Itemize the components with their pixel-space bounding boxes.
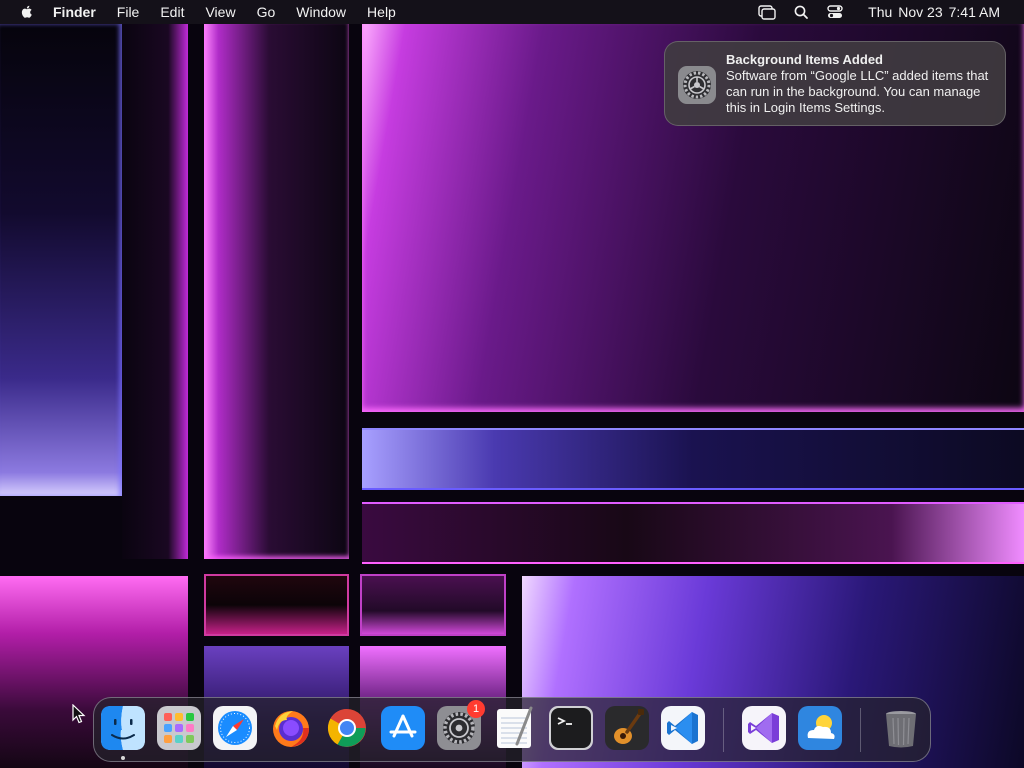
visual-studio-icon <box>742 706 786 750</box>
spotlight-search-icon[interactable] <box>792 4 810 20</box>
menu-help[interactable]: Help <box>367 0 396 24</box>
system-settings-icon <box>678 66 716 104</box>
dock-item-terminal[interactable] <box>549 706 593 750</box>
wallpaper-pane <box>360 574 506 636</box>
menu-bar-clock[interactable]: Thu Nov 23 7:41 AM <box>868 4 1006 20</box>
clock-day: Thu <box>868 4 893 20</box>
menu-window[interactable]: Window <box>296 0 346 24</box>
dock-item-safari[interactable] <box>213 706 257 750</box>
notification-title: Background Items Added <box>726 52 883 67</box>
control-center-icon[interactable] <box>826 4 844 20</box>
wallpaper-pane <box>0 24 122 496</box>
running-indicator <box>121 756 125 760</box>
trash-icon <box>886 711 916 748</box>
terminal-icon <box>549 706 593 750</box>
notification-banner[interactable]: Background Items Added Software from “Go… <box>664 41 1006 126</box>
dock-item-launchpad[interactable] <box>157 706 201 750</box>
menu-app-finder[interactable]: Finder <box>53 0 96 24</box>
weather-icon <box>798 706 842 750</box>
mouse-pointer-icon <box>72 704 86 724</box>
dock-item-trash[interactable] <box>879 706 923 750</box>
status-area: Thu Nov 23 7:41 AM <box>742 0 1006 24</box>
launchpad-icon <box>157 706 201 750</box>
vscode-icon <box>661 706 705 750</box>
dock-item-weather[interactable] <box>798 706 842 750</box>
dock-item-finder[interactable] <box>101 706 145 760</box>
clock-date: Nov 23 <box>898 4 943 20</box>
dock-item-vscode[interactable] <box>661 706 705 750</box>
wallpaper-pane <box>204 574 349 636</box>
dock-item-garageband[interactable] <box>605 706 649 750</box>
wallpaper-pane <box>204 24 349 559</box>
apple-menu-icon[interactable] <box>19 4 35 20</box>
finder-icon <box>101 706 145 750</box>
dock-item-system-settings[interactable]: 1 <box>437 700 485 750</box>
app-store-icon <box>381 706 425 750</box>
dock-item-visual-studio[interactable] <box>742 706 786 750</box>
menu-edit[interactable]: Edit <box>160 0 184 24</box>
screen-mirroring-icon[interactable] <box>758 4 776 20</box>
dock-item-app-store[interactable] <box>381 706 425 750</box>
textedit-icon <box>497 706 533 748</box>
dock-item-chrome[interactable] <box>325 706 369 750</box>
dock-item-firefox[interactable] <box>269 706 313 750</box>
menu-go[interactable]: Go <box>257 0 276 24</box>
dock: 1 <box>93 697 931 762</box>
safari-icon <box>213 706 257 750</box>
menu-file[interactable]: File <box>117 0 140 24</box>
garageband-icon <box>605 706 649 750</box>
dock-item-textedit[interactable] <box>493 706 537 750</box>
dock-separator <box>860 708 861 752</box>
firefox-icon <box>273 711 309 747</box>
wallpaper-pane <box>122 24 188 559</box>
chrome-icon <box>327 708 366 747</box>
notification-badge: 1 <box>467 700 485 718</box>
notification-body: Software from “Google LLC” added items t… <box>726 68 989 115</box>
clock-time: 7:41 AM <box>948 4 1000 20</box>
wallpaper-pane <box>362 428 1024 490</box>
menu-view[interactable]: View <box>205 0 235 24</box>
dock-separator <box>723 708 724 752</box>
menu-bar: Finder File Edit View Go Window Help Thu… <box>0 0 1024 24</box>
wallpaper-pane <box>362 502 1024 564</box>
